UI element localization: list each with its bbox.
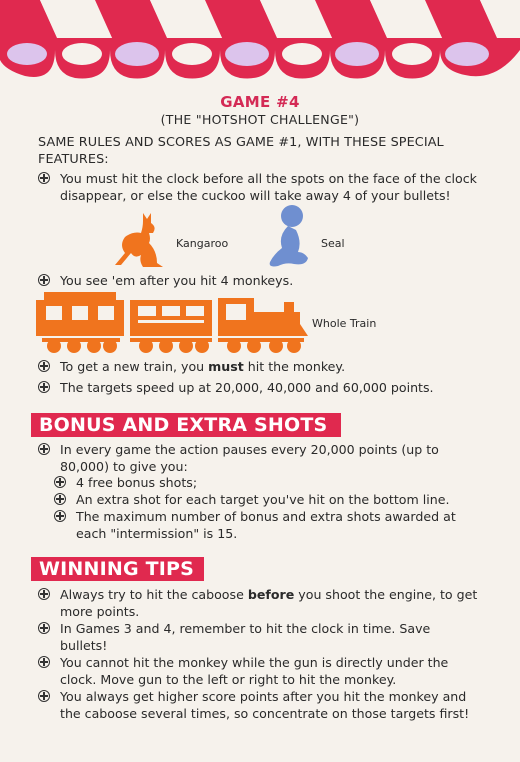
bullet-icon	[38, 690, 50, 702]
bullet-icon	[38, 172, 50, 184]
bullet-text: In Games 3 and 4, remember to hit the cl…	[60, 621, 431, 653]
bullet-text: An extra shot for each target you've hit…	[76, 492, 450, 507]
bullet-text: 4 free bonus shots;	[76, 475, 198, 490]
train-icon	[36, 292, 308, 353]
bullet-icon	[54, 510, 66, 522]
list-item: Always try to hit the caboose before you…	[38, 586, 478, 620]
bullet-text: You must hit the clock before all the sp…	[60, 171, 477, 203]
bullet-icon	[38, 622, 50, 634]
list-item: You cannot hit the monkey while the gun …	[38, 654, 478, 688]
bullet-icon	[38, 360, 50, 372]
game-title: GAME #4	[220, 93, 300, 111]
list-item: In every game the action pauses every 20…	[38, 441, 478, 475]
list-item: 4 free bonus shots;	[54, 474, 484, 491]
list-item: To get a new train, you must hit the mon…	[38, 358, 493, 375]
bullet-text: To get a new train, you must hit the mon…	[60, 359, 346, 374]
seal-label: Seal	[321, 237, 345, 250]
list-item: An extra shot for each target you've hit…	[54, 491, 484, 508]
bullet-icon	[38, 443, 50, 455]
game-intro: SAME RULES AND SCORES AS GAME #1, WITH T…	[38, 135, 444, 167]
bullet-text: You see 'em after you hit 4 monkeys.	[60, 273, 294, 288]
bullet-icon	[38, 656, 50, 668]
list-item: You see 'em after you hit 4 monkeys.	[38, 272, 493, 289]
bullet-text: You always get higher score points after…	[60, 689, 470, 721]
bullet-icon	[38, 588, 50, 600]
list-item: The targets speed up at 20,000, 40,000 a…	[38, 379, 493, 396]
tips-heading: WINNING TIPS	[31, 557, 204, 581]
bullet-text: You cannot hit the monkey while the gun …	[60, 655, 449, 687]
bullet-text: In every game the action pauses every 20…	[60, 442, 439, 474]
bullet-text: The targets speed up at 20,000, 40,000 a…	[60, 380, 434, 395]
bullet-icon	[38, 274, 50, 286]
seal-icon	[269, 205, 308, 267]
list-item: In Games 3 and 4, remember to hit the cl…	[38, 620, 478, 654]
bullet-icon	[54, 493, 66, 505]
bonus-heading: BONUS AND EXTRA SHOTS	[31, 413, 341, 437]
train-label: Whole Train	[312, 317, 377, 330]
bullet-icon	[54, 476, 66, 488]
kangaroo-label: Kangaroo	[176, 237, 229, 250]
list-item: You always get higher score points after…	[38, 688, 488, 722]
bullet-icon	[38, 381, 50, 393]
kangaroo-icon	[115, 213, 163, 267]
bullet-text: The maximum number of bonus and extra sh…	[76, 509, 456, 541]
game-subtitle: (THE "HOTSHOT CHALLENGE")	[160, 112, 360, 127]
list-item: The maximum number of bonus and extra sh…	[54, 508, 484, 542]
bullet-text: Always try to hit the caboose before you…	[60, 587, 478, 619]
list-item: You must hit the clock before all the sp…	[38, 170, 493, 204]
